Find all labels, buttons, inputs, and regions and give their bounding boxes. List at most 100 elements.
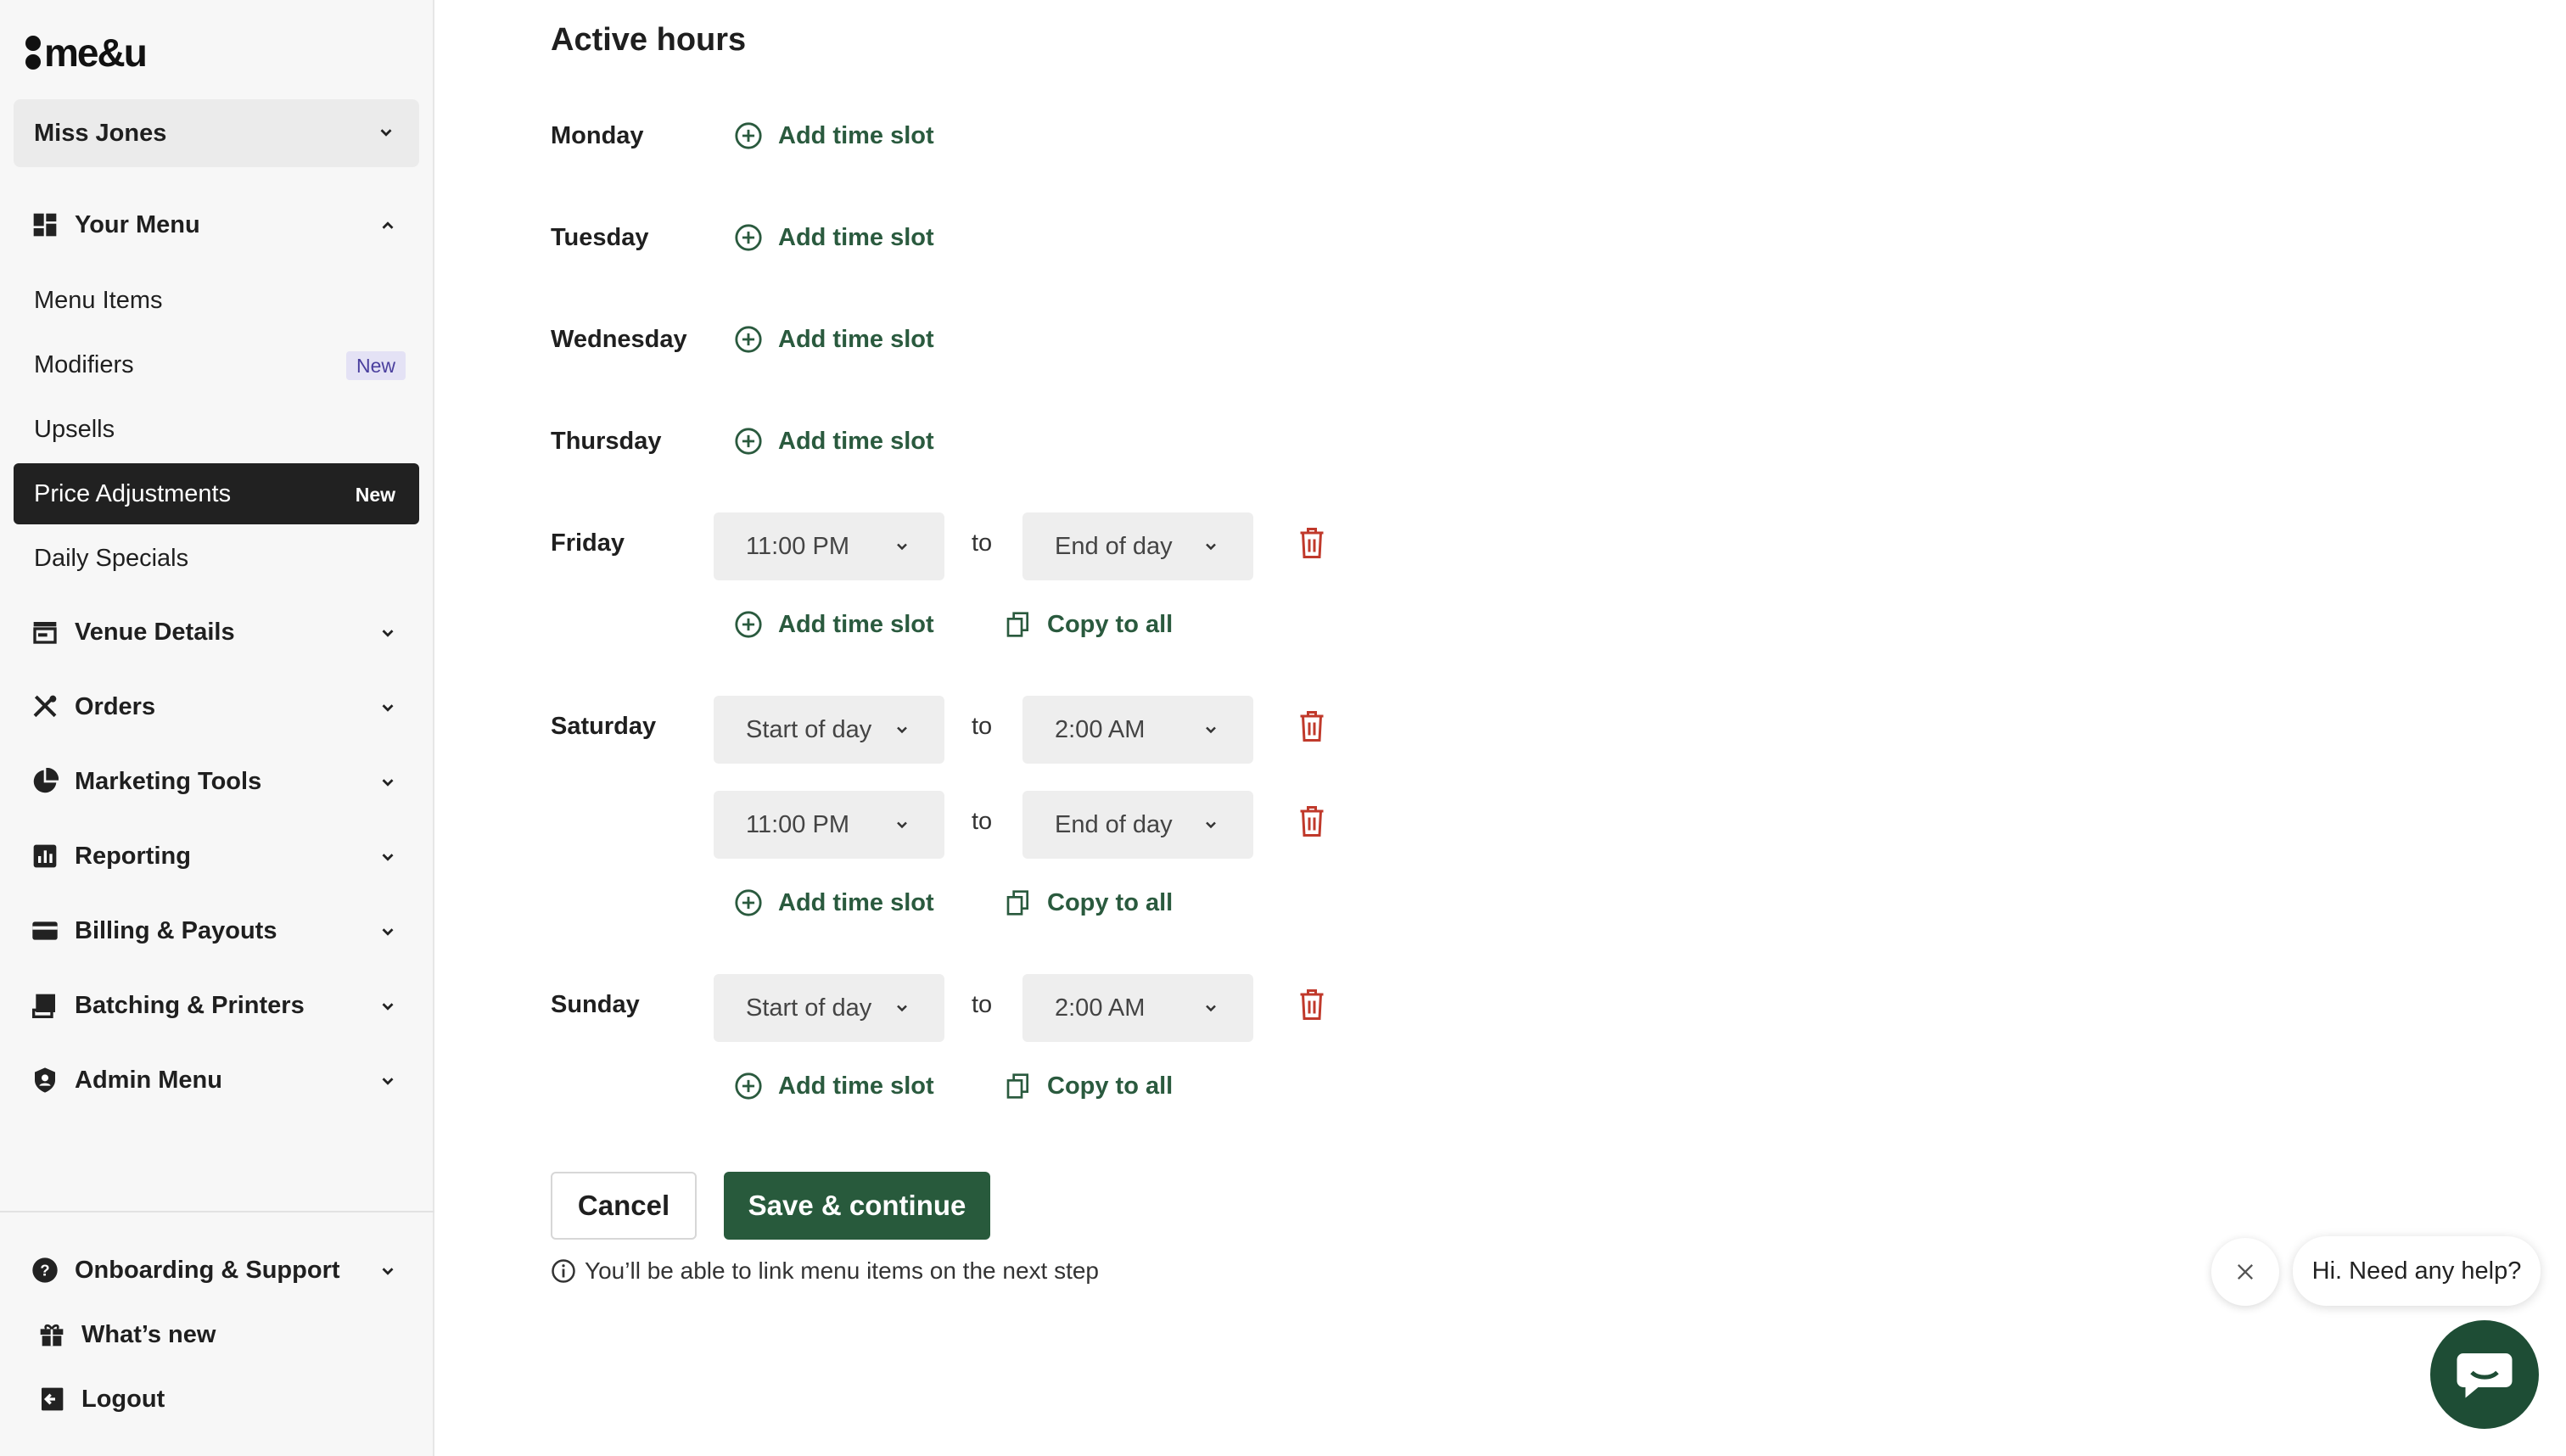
add-time-slot-button-wednesday[interactable]: Add time slot (734, 319, 934, 360)
add-time-slot-button-friday[interactable]: Add time slot (734, 604, 934, 645)
logout-icon (37, 1385, 66, 1414)
sidebar-section-label: Admin Menu (75, 1066, 222, 1094)
sidebar-item-menu-items[interactable]: Menu Items (14, 270, 419, 331)
saturday-slot-2-end-select[interactable]: End of day (1022, 791, 1253, 859)
select-value: 2:00 AM (1055, 715, 1146, 743)
sidebar-section-label: Venue Details (75, 618, 235, 646)
add-time-slot-label: Add time slot (778, 888, 934, 916)
copy-icon (1005, 1072, 1034, 1100)
select-value: Start of day (746, 994, 872, 1022)
sunday-slot-1-end-select[interactable]: 2:00 AM (1022, 974, 1253, 1042)
sidebar-section-your-menu[interactable]: Your Menu (14, 198, 419, 252)
day-label-saturday: Saturday (551, 713, 657, 740)
select-value: Start of day (746, 715, 872, 743)
sidebar-section-admin-menu[interactable]: Admin Menu (14, 1053, 419, 1107)
add-time-slot-button-thursday[interactable]: Add time slot (734, 421, 934, 462)
saturday-slot-1-start-select[interactable]: Start of day (714, 696, 944, 764)
add-time-slot-label: Add time slot (778, 427, 934, 455)
chevron-down-icon (894, 816, 910, 833)
to-label: to (972, 808, 993, 835)
chevron-down-icon (378, 922, 397, 941)
chevron-down-icon (378, 1072, 397, 1090)
day-label-monday: Monday (551, 122, 644, 149)
add-time-slot-label: Add time slot (778, 223, 934, 251)
add-time-slot-label: Add time slot (778, 325, 934, 353)
copy-icon (1005, 888, 1034, 917)
friday-slot-1-end-select[interactable]: End of day (1022, 512, 1253, 580)
friday-slot-1-start-select[interactable]: 11:00 PM (714, 512, 944, 580)
sidebar-item-label: Price Adjustments (34, 479, 232, 507)
sidebar-item-daily-specials[interactable]: Daily Specials (14, 528, 419, 589)
info-message: You’ll be able to link menu items on the… (551, 1254, 1099, 1288)
logo[interactable]: me&u (25, 29, 148, 76)
add-time-slot-label: Add time slot (778, 121, 934, 149)
add-time-slot-label: Add time slot (778, 610, 934, 638)
to-label: to (972, 529, 993, 557)
info-icon (551, 1258, 576, 1284)
sidebar-section-marketing-tools[interactable]: Marketing Tools (14, 754, 419, 809)
sidebar-divider (0, 1211, 434, 1212)
copy-icon (1005, 610, 1034, 639)
to-label: to (972, 991, 993, 1018)
sidebar-item-label: Daily Specials (34, 544, 189, 572)
chat-launcher-button[interactable] (2430, 1320, 2539, 1429)
plus-circle-icon (734, 1072, 763, 1100)
copy-to-all-label: Copy to all (1047, 888, 1174, 916)
sidebar-section-batching-printers[interactable]: Batching & Printers (14, 978, 419, 1033)
sidebar-section-onboarding-support[interactable]: ? Onboarding & Support (14, 1243, 419, 1297)
sidebar-section-label: Marketing Tools (75, 767, 262, 795)
save-continue-button[interactable]: Save & continue (724, 1172, 990, 1240)
chevron-down-icon (1202, 1000, 1219, 1016)
sidebar-section-orders[interactable]: Orders (14, 680, 419, 734)
delete-slot-button-saturday-1[interactable] (1297, 709, 1327, 743)
sidebar-section-label: Orders (75, 692, 156, 720)
delete-slot-button-saturday-2[interactable] (1297, 804, 1327, 838)
pie-chart-icon (31, 767, 59, 796)
select-value: 11:00 PM (746, 810, 849, 838)
sidebar-section-venue-details[interactable]: Venue Details (14, 605, 419, 659)
add-time-slot-button-saturday[interactable]: Add time slot (734, 882, 934, 923)
sidebar-item-upsells[interactable]: Upsells (14, 399, 419, 460)
chevron-down-icon (1202, 538, 1219, 555)
chevron-down-icon (378, 997, 397, 1016)
sidebar-item-price-adjustments[interactable]: Price Adjustments New (14, 463, 419, 524)
chevron-down-icon (378, 773, 397, 792)
add-time-slot-button-monday[interactable]: Add time slot (734, 115, 934, 156)
plus-circle-icon (734, 325, 763, 354)
sidebar-section-reporting[interactable]: Reporting (14, 829, 419, 883)
saturday-slot-1-end-select[interactable]: 2:00 AM (1022, 696, 1253, 764)
chat-greeting-bubble[interactable]: Hi. Need any help? (2293, 1236, 2541, 1306)
sidebar-section-billing-payouts[interactable]: Billing & Payouts (14, 904, 419, 958)
logout-link[interactable]: Logout (14, 1372, 419, 1426)
sidebar-item-modifiers[interactable]: Modifiers New (14, 334, 419, 395)
sidebar-section-label: Billing & Payouts (75, 916, 277, 944)
plus-circle-icon (734, 223, 763, 252)
chevron-down-icon (894, 538, 910, 555)
sidebar-section-label: Batching & Printers (75, 991, 305, 1019)
sidebar: me&u Miss Jones Your Menu Menu Items Mod… (0, 0, 434, 1456)
bar-chart-icon (31, 842, 59, 871)
venue-selector[interactable]: Miss Jones (14, 99, 419, 167)
add-time-slot-button-tuesday[interactable]: Add time slot (734, 217, 934, 258)
delete-slot-button-friday-1[interactable] (1297, 526, 1327, 560)
saturday-slot-2-start-select[interactable]: 11:00 PM (714, 791, 944, 859)
venue-name: Miss Jones (34, 119, 167, 147)
whats-new-link[interactable]: What’s new (14, 1308, 419, 1362)
chat-dismiss-button[interactable] (2211, 1238, 2279, 1306)
select-value: End of day (1055, 532, 1173, 560)
logout-label: Logout (81, 1385, 165, 1413)
copy-to-all-button-sunday[interactable]: Copy to all (1005, 1066, 1173, 1106)
chevron-down-icon (894, 721, 910, 738)
cancel-button[interactable]: Cancel (551, 1172, 697, 1240)
sidebar-item-label: Upsells (34, 415, 115, 443)
logo-text: me&u (44, 31, 148, 75)
delete-slot-button-sunday-1[interactable] (1297, 988, 1327, 1022)
copy-to-all-button-friday[interactable]: Copy to all (1005, 604, 1173, 645)
sidebar-item-label: Modifiers (34, 350, 134, 378)
sunday-slot-1-start-select[interactable]: Start of day (714, 974, 944, 1042)
trash-icon (1300, 989, 1324, 1020)
add-time-slot-button-sunday[interactable]: Add time slot (734, 1066, 934, 1106)
copy-to-all-button-saturday[interactable]: Copy to all (1005, 882, 1173, 923)
logo-mark-icon (25, 34, 41, 71)
plus-circle-icon (734, 888, 763, 917)
